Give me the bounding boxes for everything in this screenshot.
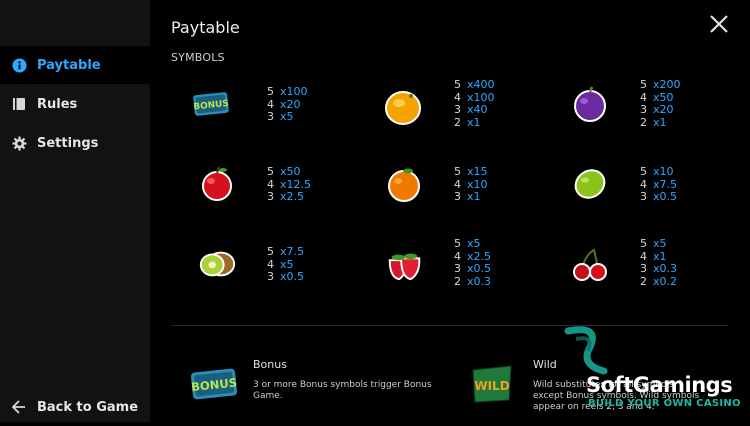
- paytable-kiwi: 5 x7.5 4 x5 3 x0.5: [267, 245, 305, 283]
- strawberry-icon: [384, 244, 424, 284]
- wild-feature-icon: WILD: [468, 364, 516, 404]
- paytable-apple: 5 x50 4 x12.5 3 x2.5: [267, 165, 312, 203]
- bonus-feature-desc: 3 or more Bonus symbols trigger Bonus Ga…: [253, 380, 432, 401]
- sidebar-item-rules[interactable]: Rules: [0, 85, 150, 123]
- sidebar-item-label: Settings: [37, 135, 99, 151]
- paytable-lime: 5 x10 4 x7.5 3 x0.5: [640, 165, 678, 203]
- paytable-bonus: 5 x100 4 x20 3 x5: [267, 85, 308, 123]
- paytable-orange: 5 x15 4 x10 3 x1: [454, 165, 488, 203]
- info-icon: [11, 57, 27, 73]
- wild-feature-title: Wild: [533, 358, 557, 371]
- lime-icon: [570, 164, 610, 204]
- citrus-icon: [383, 87, 423, 127]
- cherry-icon: [570, 244, 610, 284]
- paytable-strawberry: 5 x5 4 x2.5 3 x0.5 2 x0.3: [454, 237, 492, 288]
- apple-icon: [197, 163, 237, 203]
- sidebar-item-settings[interactable]: Settings: [0, 124, 150, 162]
- sidebar: Paytable Rules Settings Back to Game: [0, 0, 150, 422]
- kiwi-icon: [197, 243, 237, 283]
- section-title: SYMBOLS: [171, 51, 225, 64]
- bonus-feature-title: Bonus: [253, 358, 287, 371]
- watermark-tagline: BUILD YOUR OWN CASINO: [588, 398, 741, 409]
- sidebar-item-label: Rules: [37, 96, 78, 112]
- page-title: Paytable: [171, 18, 240, 37]
- paytable-cherry: 5 x5 4 x1 3 x0.3 2 x0.2: [640, 237, 678, 288]
- close-icon: [710, 15, 728, 33]
- back-to-game-label: Back to Game: [37, 399, 139, 415]
- sidebar-item-paytable[interactable]: Paytable: [0, 46, 150, 84]
- book-icon: [11, 96, 27, 112]
- back-to-game-button[interactable]: Back to Game: [0, 388, 150, 426]
- watermark-name: SoftGamings: [586, 373, 733, 397]
- bonus-icon: BONUS: [191, 84, 231, 124]
- bonus-feature-icon: BONUS: [188, 364, 240, 404]
- sidebar-item-label: Paytable: [37, 57, 101, 73]
- paytable-plum: 5 x200 4 x50 3 x20 2 x1: [640, 78, 681, 129]
- orange-icon: [384, 164, 424, 204]
- plum-icon: [570, 84, 610, 124]
- arrow-left-icon: [11, 399, 27, 415]
- paytable-citrus: 5 x400 4 x100 3 x40 2 x1: [454, 78, 495, 129]
- svg-text:WILD: WILD: [474, 379, 509, 393]
- close-button[interactable]: [708, 13, 730, 35]
- gear-icon: [11, 135, 27, 151]
